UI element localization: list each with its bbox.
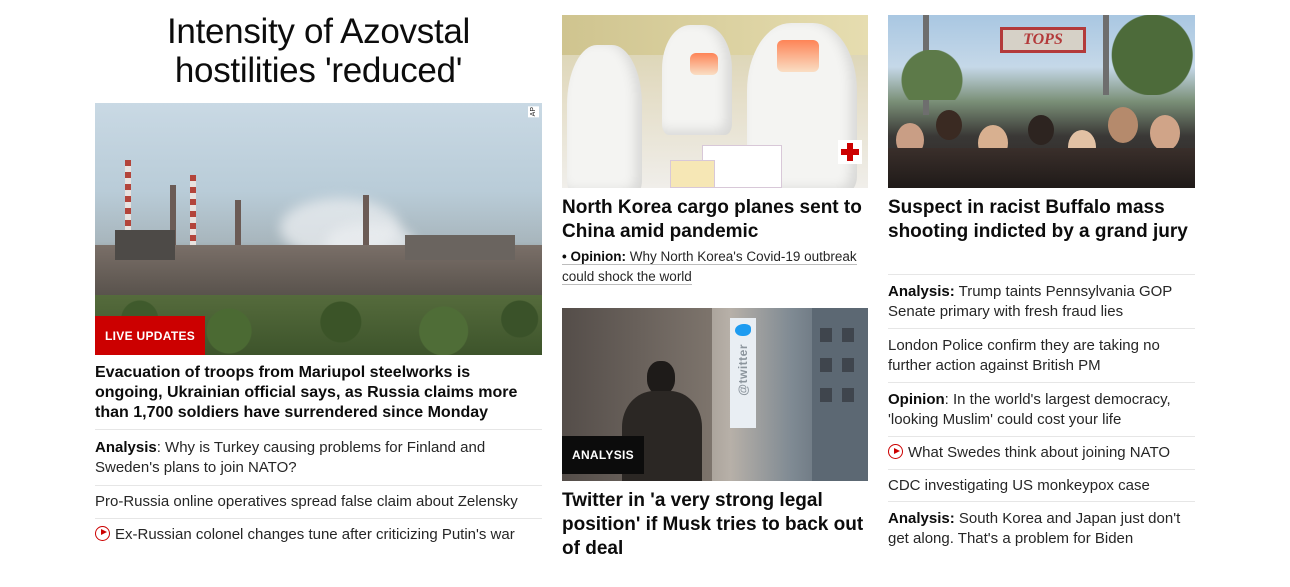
list-item[interactable]: Opinion: In the world's largest democrac… xyxy=(888,382,1195,436)
link-text: CDC investigating US monkeypox case xyxy=(888,476,1150,494)
list-item[interactable]: London Police confirm they are taking no… xyxy=(888,328,1195,382)
person-head xyxy=(1028,115,1054,145)
banner-text: @twitter xyxy=(736,344,750,396)
head xyxy=(647,361,675,395)
list-item[interactable]: CDC investigating US monkeypox case xyxy=(888,468,1195,502)
twitter-image[interactable]: @twitter ANALYSIS xyxy=(562,308,868,481)
link-prefix: Analysis xyxy=(95,439,157,456)
red-cross-icon xyxy=(838,140,862,164)
list-item[interactable]: Analysis: South Korea and Japan just don… xyxy=(888,501,1195,555)
north-korea-image[interactable] xyxy=(562,15,868,188)
link-text: Ex-Russian colonel changes tune after cr… xyxy=(115,525,515,543)
image-credit: AP xyxy=(528,106,539,118)
hazmat-suit xyxy=(662,25,732,135)
person-head xyxy=(936,110,962,140)
medicine-box xyxy=(670,160,715,188)
lead-related-links: Analysis: Why is Turkey causing problems… xyxy=(95,429,542,550)
link-prefix: Analysis: xyxy=(888,510,955,527)
north-korea-opinion-link[interactable]: • Opinion: Why North Korea's Covid-19 ou… xyxy=(562,247,868,286)
person-head xyxy=(1150,115,1180,151)
lead-story: Intensity of Azovstal hostilities 'reduc… xyxy=(95,12,542,543)
factory-block xyxy=(115,230,175,260)
twitter-headline[interactable]: Twitter in 'a very strong legal position… xyxy=(562,489,868,561)
play-icon xyxy=(888,444,903,459)
opinion-label: Opinion: xyxy=(570,249,626,264)
link-text: What Swedes think about joining NATO xyxy=(908,444,1171,461)
window xyxy=(820,388,832,402)
hazmat-suit xyxy=(567,45,642,188)
azovstal-image[interactable]: AP LIVE UPDATES xyxy=(95,103,542,355)
factory-block xyxy=(405,235,515,260)
crowd-bodies xyxy=(888,148,1195,188)
list-item[interactable]: Analysis: Why is Turkey causing problems… xyxy=(95,429,542,485)
window xyxy=(842,328,854,342)
tops-sign: TOPS xyxy=(1000,27,1086,53)
list-item[interactable]: Analysis: Trump taints Pennsylvania GOP … xyxy=(888,274,1195,328)
window xyxy=(820,358,832,372)
buffalo-crowd-image[interactable]: TOPS xyxy=(888,15,1195,188)
link-text: Pro-Russia online operatives spread fals… xyxy=(95,493,518,510)
lead-title[interactable]: Intensity of Azovstal hostilities 'reduc… xyxy=(95,12,542,92)
live-updates-badge[interactable]: LIVE UPDATES xyxy=(95,316,206,355)
link-text: London Police confirm they are taking no… xyxy=(888,337,1160,374)
buffalo-headline[interactable]: Suspect in racist Buffalo mass shooting … xyxy=(888,196,1188,244)
tree xyxy=(888,50,998,100)
person-head xyxy=(1108,107,1138,143)
twitter-bird-icon xyxy=(735,324,751,336)
window xyxy=(842,388,854,402)
lead-headline[interactable]: Evacuation of troops from Mariupol steel… xyxy=(95,363,542,423)
play-icon xyxy=(95,525,110,541)
face-shield xyxy=(777,40,819,72)
smokestack xyxy=(190,175,196,255)
north-korea-headline[interactable]: North Korea cargo planes sent to China a… xyxy=(562,196,868,244)
list-item[interactable]: Ex-Russian colonel changes tune after cr… xyxy=(95,517,542,551)
tree xyxy=(1088,15,1195,95)
list-item[interactable]: What Swedes think about joining NATO xyxy=(888,436,1195,469)
right-related-links: Analysis: Trump taints Pennsylvania GOP … xyxy=(888,274,1195,555)
link-prefix: Analysis: xyxy=(888,283,955,300)
face-shield xyxy=(690,53,718,75)
analysis-badge[interactable]: ANALYSIS xyxy=(562,436,644,474)
link-prefix: Opinion xyxy=(888,391,945,408)
list-item[interactable]: Pro-Russia online operatives spread fals… xyxy=(95,485,542,518)
window xyxy=(820,328,832,342)
window xyxy=(842,358,854,372)
twitter-banner: @twitter xyxy=(730,318,756,428)
